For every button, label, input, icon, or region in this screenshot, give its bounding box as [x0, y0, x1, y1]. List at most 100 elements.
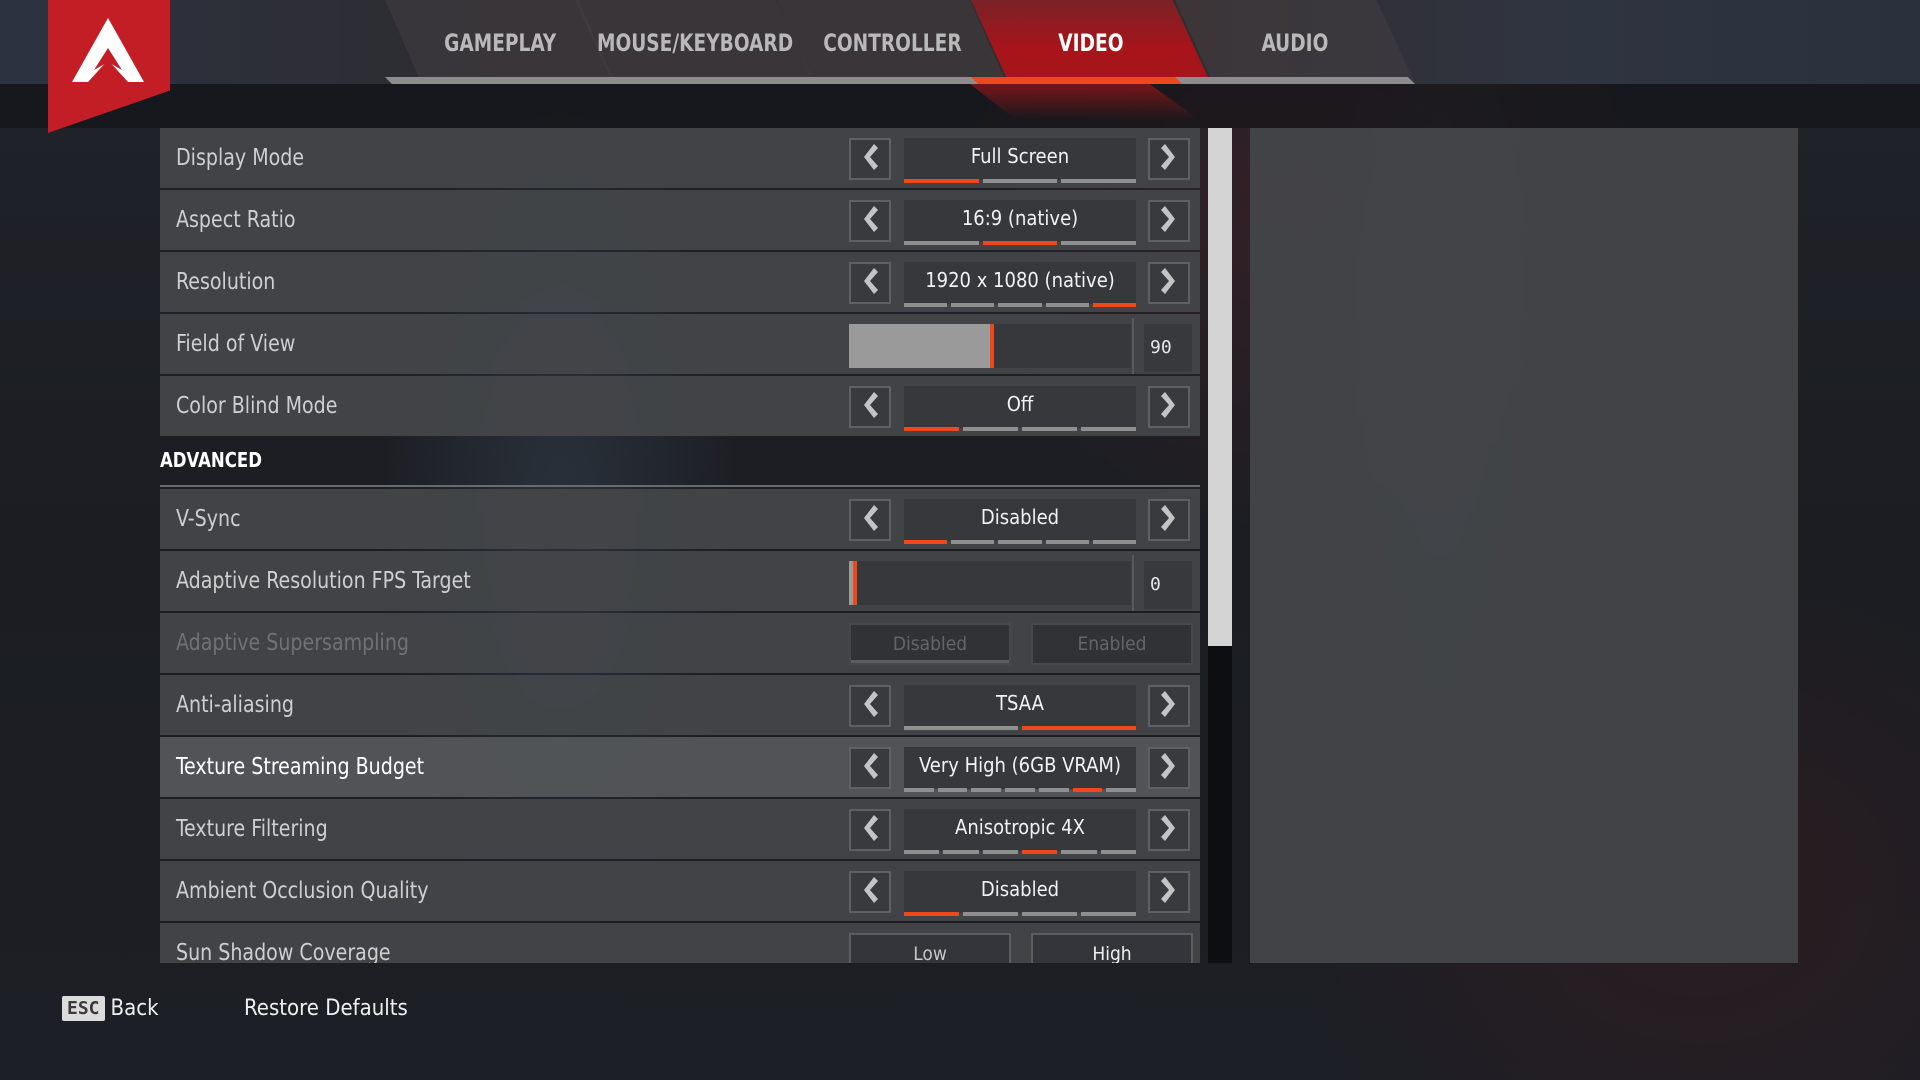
option-segment — [904, 726, 1018, 730]
previous-option-button[interactable] — [849, 809, 891, 851]
option-segment-selected — [982, 241, 1058, 245]
setting-row-resolution[interactable]: Resolution 1920 x 1080 (native) — [160, 252, 1200, 312]
option-segment — [1038, 788, 1069, 792]
next-option-button[interactable] — [1148, 685, 1190, 727]
option-segment-selected — [1022, 726, 1136, 730]
back-label: Back — [110, 995, 159, 1021]
setting-label: Adaptive Supersampling — [176, 630, 410, 656]
chevron-left-icon — [862, 392, 878, 422]
option-value: Anisotropic 4X — [904, 809, 1136, 851]
chevron-left-icon — [862, 753, 878, 783]
chevron-right-icon — [1161, 268, 1177, 298]
next-option-button[interactable] — [1148, 386, 1190, 428]
setting-row-anti-aliasing[interactable]: Anti-aliasing TSAA — [160, 675, 1200, 735]
setting-row-ambient-occlusion-quality[interactable]: Ambient Occlusion Quality Disabled — [160, 861, 1200, 921]
chevron-left-icon — [862, 505, 878, 535]
option-segment — [998, 540, 1042, 544]
setting-label: Resolution — [176, 269, 276, 295]
top-band-shade — [0, 84, 1920, 128]
option-segment — [904, 850, 940, 854]
sun-shadow-low-option[interactable]: Low — [849, 933, 1011, 963]
next-option-button[interactable] — [1148, 138, 1190, 180]
previous-option-button[interactable] — [849, 200, 891, 242]
setting-row-aspect-ratio[interactable]: Aspect Ratio 16:9 (native) — [160, 190, 1200, 250]
option-value: Very High (6GB VRAM) — [904, 747, 1136, 789]
setting-row-texture-filtering[interactable]: Texture Filtering Anisotropic 4X — [160, 799, 1200, 859]
option-segment — [904, 241, 979, 245]
option-segment — [937, 788, 968, 792]
option-segment-selected — [904, 427, 959, 431]
next-option-button[interactable] — [1148, 499, 1190, 541]
setting-row-adaptive-resolution-fps-target[interactable]: Adaptive Resolution FPS Target 0 — [160, 551, 1200, 611]
previous-option-button[interactable] — [849, 386, 891, 428]
back-button[interactable]: ESC Back — [62, 995, 159, 1021]
tab-underline — [1175, 77, 1415, 84]
setting-row-field-of-view[interactable]: Field of View 90 — [160, 314, 1200, 374]
restore-defaults-button[interactable]: Restore Defaults — [244, 996, 408, 1021]
option-segment — [982, 850, 1018, 854]
setting-label: Color Blind Mode — [176, 393, 338, 419]
setting-row-display-mode[interactable]: Display Mode Full Screen — [160, 128, 1200, 188]
option-segment — [1022, 912, 1077, 916]
previous-option-button[interactable] — [849, 685, 891, 727]
setting-row-vsync[interactable]: V-Sync Disabled — [160, 489, 1200, 549]
setting-label: Aspect Ratio — [176, 207, 296, 233]
adaptive-resolution-slider[interactable] — [849, 561, 1131, 605]
slider-handle[interactable] — [853, 561, 857, 605]
previous-option-button[interactable] — [849, 262, 891, 304]
setting-row-texture-streaming-budget[interactable]: Texture Streaming Budget Very High (6GB … — [160, 737, 1200, 797]
section-title: ADVANCED — [160, 448, 262, 472]
chevron-right-icon — [1161, 815, 1177, 845]
next-option-button[interactable] — [1148, 747, 1190, 789]
previous-option-button[interactable] — [849, 871, 891, 913]
option-indicator — [904, 850, 1136, 854]
chevron-left-icon — [862, 268, 878, 298]
next-option-button[interactable] — [1148, 200, 1190, 242]
setting-row-color-blind-mode[interactable]: Color Blind Mode Off — [160, 376, 1200, 436]
scrollbar-thumb[interactable] — [1208, 128, 1232, 646]
previous-option-button[interactable] — [849, 499, 891, 541]
footer: ESC Back Restore Defaults — [62, 990, 408, 1026]
slider-value: 0 — [1144, 561, 1192, 609]
next-option-button[interactable] — [1148, 262, 1190, 304]
option-segment — [1106, 788, 1137, 792]
setting-label: Sun Shadow Coverage — [176, 940, 391, 963]
previous-option-button[interactable] — [849, 747, 891, 789]
slider-value: 90 — [1144, 324, 1192, 372]
sun-shadow-high-option[interactable]: High — [1031, 933, 1193, 963]
slider-handle[interactable] — [990, 324, 994, 368]
option-segment — [971, 788, 1002, 792]
section-divider — [160, 485, 1200, 487]
option-segment-selected — [904, 912, 959, 916]
scrollbar[interactable] — [1208, 128, 1232, 963]
option-indicator — [904, 427, 1136, 431]
previous-option-button[interactable] — [849, 138, 891, 180]
option-indicator — [904, 179, 1137, 183]
setting-description-panel — [1250, 128, 1798, 963]
chevron-right-icon — [1161, 144, 1177, 174]
option-value: Disabled — [904, 499, 1136, 541]
adaptive-supersampling-disabled-option: Disabled — [849, 623, 1011, 665]
option-value: Full Screen — [904, 138, 1136, 180]
chevron-right-icon — [1161, 691, 1177, 721]
option-segment — [904, 788, 934, 792]
next-option-button[interactable] — [1148, 809, 1190, 851]
option-segment-selected — [1021, 850, 1058, 854]
option-segment — [1061, 241, 1137, 245]
fov-slider[interactable] — [849, 324, 1131, 368]
setting-label: Ambient Occlusion Quality — [176, 878, 429, 904]
setting-row-sun-shadow-coverage[interactable]: Sun Shadow Coverage Low High — [160, 923, 1200, 963]
settings-tabs: GAMEPLAY MOUSE/KEYBOARD CONTROLLER VIDEO… — [385, 0, 1415, 90]
option-value: 16:9 (native) — [904, 200, 1136, 242]
option-indicator — [904, 241, 1137, 245]
option-segment — [951, 303, 995, 307]
option-segment-selected — [1072, 788, 1103, 792]
next-option-button[interactable] — [1148, 871, 1190, 913]
setting-label: Texture Filtering — [176, 816, 328, 842]
option-indicator — [904, 540, 1137, 544]
setting-label: Adaptive Resolution FPS Target — [176, 568, 471, 594]
apex-logo-icon — [72, 18, 144, 82]
tab-audio[interactable]: AUDIO — [1175, 0, 1415, 84]
esc-key-icon: ESC — [62, 995, 105, 1021]
option-segment — [943, 850, 979, 854]
